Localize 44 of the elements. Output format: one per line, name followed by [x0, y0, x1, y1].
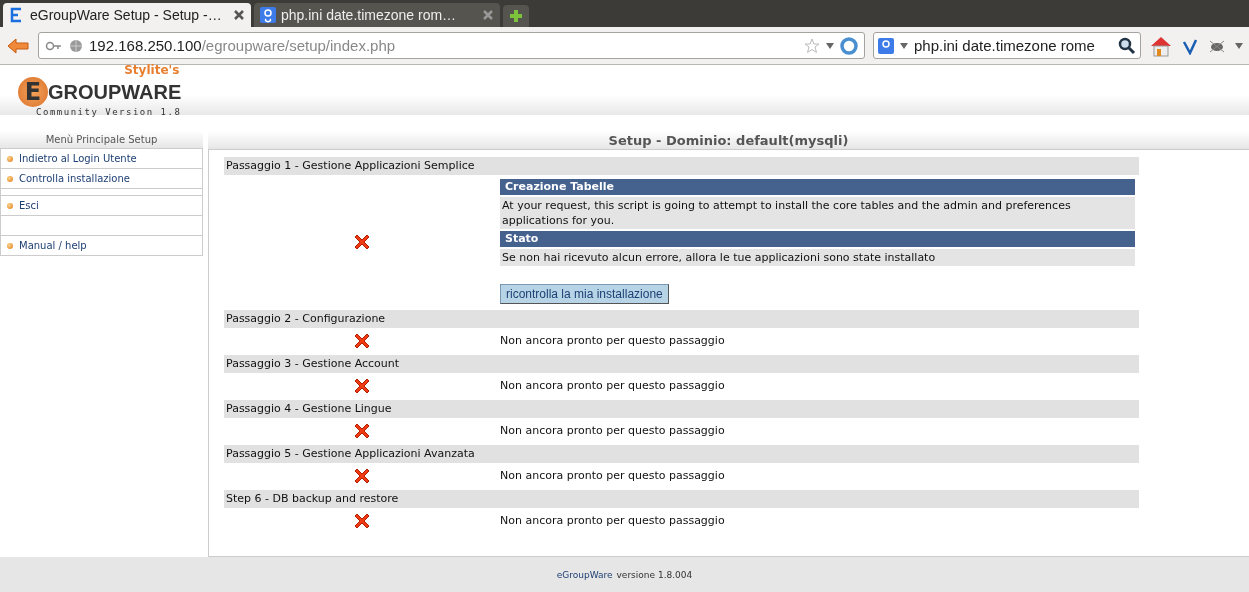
step-heading: Passaggio 2 - Configurazione: [224, 310, 1139, 328]
sidebar-link[interactable]: Manual / help: [1, 236, 202, 255]
step-message: Non ancora pronto per questo passaggio: [500, 334, 725, 347]
dropdown-icon[interactable]: [900, 42, 908, 49]
back-icon[interactable]: [6, 36, 30, 55]
dropdown-icon[interactable]: [1235, 42, 1243, 49]
step-heading: Passaggio 3 - Gestione Account: [224, 355, 1139, 373]
browser-tab[interactable]: php.ini date.timezone rom…: [254, 3, 500, 27]
sidebar-link[interactable]: Indietro al Login Utente: [1, 149, 202, 169]
new-tab-button[interactable]: [503, 5, 529, 27]
search-icon[interactable]: [1118, 36, 1136, 55]
sidebar-link[interactable]: Esci: [1, 196, 202, 216]
browser-tab[interactable]: eGroupWare Setup - Setup -…: [3, 3, 251, 27]
star-icon[interactable]: [804, 37, 820, 54]
step-message: Non ancora pronto per questo passaggio: [500, 424, 725, 437]
step-heading: Step 6 - DB backup and restore: [224, 490, 1139, 508]
section-text: At your request, this script is going to attempt to install the core tables and the admin and preferences applications for you.: [500, 197, 1135, 229]
step-heading: Passaggio 4 - Gestione Lingue: [224, 400, 1139, 418]
step-heading: Passaggio 1 - Gestione Applicazioni Semplice: [224, 157, 1139, 175]
plus-icon: [508, 8, 524, 24]
step-message: Non ancora pronto per questo passaggio: [500, 469, 725, 482]
footer-link[interactable]: eGroupWare: [556, 569, 613, 580]
step-message: Non ancora pronto per questo passaggio: [500, 379, 725, 392]
globe-icon: [69, 38, 83, 53]
g-icon[interactable]: [878, 37, 894, 54]
version-text: versione 1.8.004: [616, 569, 693, 580]
logo: Stylite's E GROUPWARE Community Version 1.8: [18, 63, 182, 117]
step-message: Non ancora pronto per questo passaggio: [500, 514, 725, 527]
sidebar-title: Menù Principale Setup: [0, 131, 203, 148]
step-heading: Passaggio 5 - Gestione Applicazioni Avanzata: [224, 445, 1139, 463]
dropdown-icon[interactable]: [826, 42, 834, 49]
recheck-button[interactable]: ricontrolla la mia installazione: [500, 284, 669, 304]
sidebar-link[interactable]: Controlla installazione: [1, 169, 202, 189]
close-icon[interactable]: [233, 9, 245, 21]
home-icon[interactable]: [1149, 34, 1173, 57]
g-icon: [260, 7, 276, 23]
address-bar[interactable]: 192.168.250.100/egroupware/setup/index.php: [38, 32, 865, 59]
page-title: Setup - Dominio: default(mysqli): [208, 131, 1249, 149]
reload-icon[interactable]: [840, 36, 858, 55]
section-text: Se non hai ricevuto alcun errore, allora le tue applicazioni sono state installato: [500, 249, 1135, 266]
close-icon[interactable]: [482, 9, 494, 21]
section-heading: Creazione Tabelle: [500, 179, 1135, 195]
search-field[interactable]: php.ini date.timezone rome: [873, 32, 1141, 59]
section-heading: Stato: [500, 231, 1135, 247]
